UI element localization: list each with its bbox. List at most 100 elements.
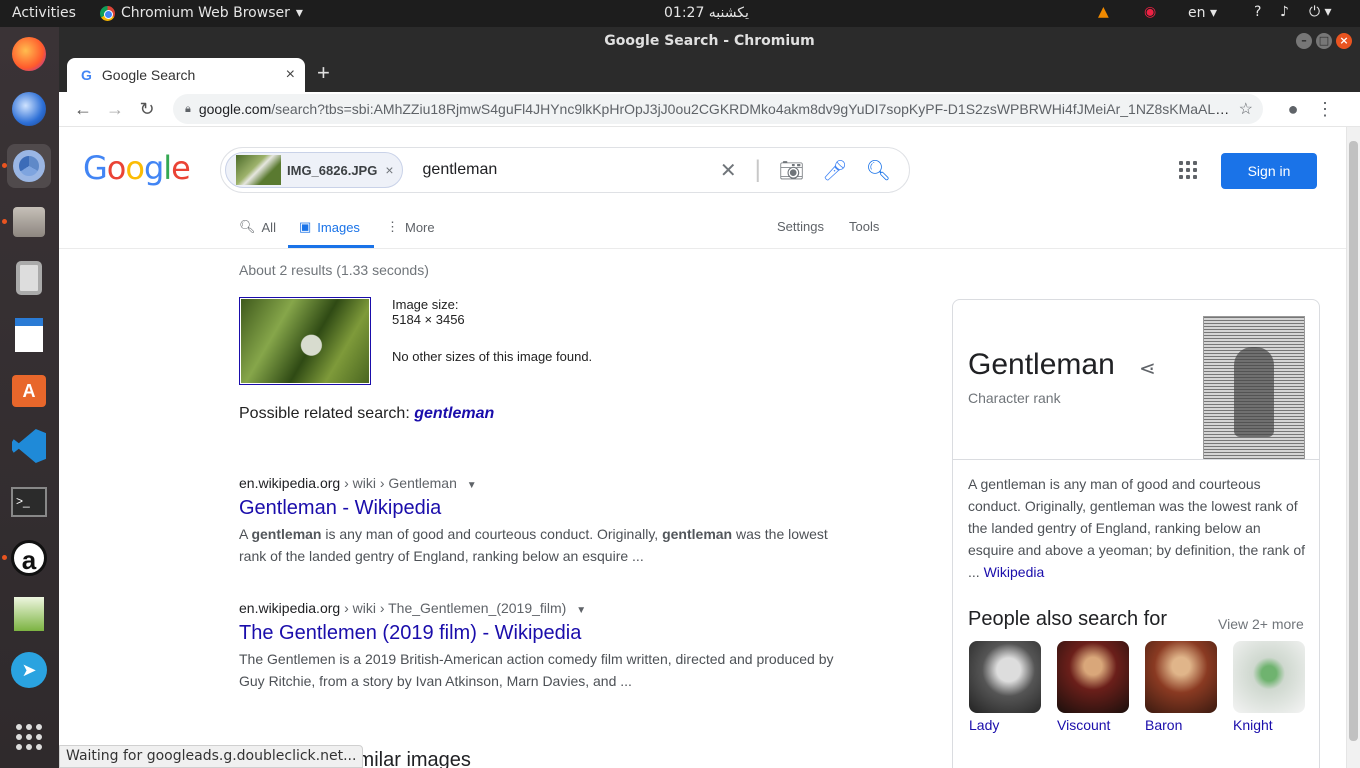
result-domain: en.wikipedia.org xyxy=(239,475,341,491)
back-button[interactable]: ← xyxy=(67,99,99,120)
bookmark-star-icon[interactable]: ☆ xyxy=(1239,99,1253,119)
address-bar[interactable]: 🔒︎ google.com/search?tbs=sbi:AMhZZiu18Rj… xyxy=(173,94,1263,124)
language-label: en xyxy=(1188,5,1206,21)
url-text: google.com/search?tbs=sbi:AMhZZiu18RjmwS… xyxy=(199,101,1231,117)
no-other-sizes-text: No other sizes of this image found. xyxy=(392,349,593,364)
close-tab-icon[interactable]: × xyxy=(286,66,295,84)
person-card-lady[interactable]: Lady xyxy=(969,641,1041,733)
activities-button[interactable]: Activities xyxy=(12,5,76,21)
page-scrollbar[interactable] xyxy=(1346,127,1360,768)
new-tab-button[interactable]: + xyxy=(317,60,330,86)
reload-button[interactable]: ↻ xyxy=(131,99,163,120)
google-logo[interactable]: Google xyxy=(83,149,191,187)
more-vert-icon: ⋮ xyxy=(386,219,399,234)
query-image-thumbnail[interactable] xyxy=(239,297,371,385)
profile-icon[interactable]: ● xyxy=(1277,99,1309,120)
image-size-value[interactable]: 5184 × 3456 xyxy=(392,312,592,327)
knowledge-panel-subtitle: Character rank xyxy=(968,390,1061,406)
forward-button[interactable]: → xyxy=(99,99,131,120)
person-card-baron[interactable]: Baron xyxy=(1145,641,1217,733)
tab-more[interactable]: ⋮ More xyxy=(386,219,435,235)
search-result: en.wikipedia.org › wiki › The_Gentlemen_… xyxy=(239,600,839,692)
result-title-link[interactable]: The Gentlemen (2019 film) - Wikipedia xyxy=(239,622,839,645)
divider xyxy=(953,459,1319,460)
camera-icon[interactable]: 📷︎ xyxy=(779,158,804,183)
show-applications-icon[interactable] xyxy=(7,715,51,759)
knowledge-panel-image[interactable] xyxy=(1203,316,1305,460)
running-indicator xyxy=(2,555,7,560)
related-search-prefix: Possible related search: xyxy=(239,405,410,422)
active-tab-indicator xyxy=(288,245,374,248)
view-more-link[interactable]: View 2+ more xyxy=(1218,616,1304,632)
language-indicator[interactable]: en ▾ xyxy=(1188,5,1217,21)
tab-all-label: All xyxy=(261,219,276,235)
network-icon[interactable]: ? xyxy=(1254,4,1261,20)
related-search-link[interactable]: gentleman xyxy=(414,405,494,422)
person-card-viscount[interactable]: Viscount xyxy=(1057,641,1129,733)
microphone-icon[interactable]: 🎤︎ xyxy=(822,158,847,183)
url-path: /search?tbs=sbi:AMhZZiu18RjmwS4guFl4JHYn… xyxy=(271,101,1231,117)
search-image-chip[interactable]: IMG_6826.JPG × xyxy=(225,152,403,188)
search-icon[interactable]: 🔍︎ xyxy=(866,158,891,183)
search-tabs: 🔍︎ All ▣ Images ⋮ More Settings Tools xyxy=(59,207,1346,249)
chip-thumbnail xyxy=(236,155,281,185)
firefox-icon[interactable] xyxy=(7,32,51,76)
close-window-button[interactable]: × xyxy=(1336,33,1352,49)
sign-in-button[interactable]: Sign in xyxy=(1221,153,1317,189)
image-icon: ▣ xyxy=(299,219,312,234)
result-cite[interactable]: en.wikipedia.org › wiki › Gentleman ▼ xyxy=(239,475,839,491)
search-input[interactable]: gentleman xyxy=(423,161,720,179)
person-card-knight[interactable]: Knight xyxy=(1233,641,1305,733)
remove-image-icon[interactable]: × xyxy=(385,162,393,178)
maximize-button[interactable]: □ xyxy=(1316,33,1332,49)
person-image xyxy=(1057,641,1129,713)
result-cite[interactable]: en.wikipedia.org › wiki › The_Gentlemen_… xyxy=(239,600,839,616)
window-title: Google Search - Chromium xyxy=(604,33,815,49)
chevron-down-icon: ▾ xyxy=(1209,5,1217,21)
result-title-link[interactable]: Gentleman - Wikipedia xyxy=(239,497,839,520)
thunderbird-icon[interactable] xyxy=(7,87,51,131)
knowledge-panel: Gentleman ⋖ Character rank A gentleman i… xyxy=(952,299,1320,768)
chromium-icon xyxy=(100,5,115,21)
amazon-icon[interactable]: a xyxy=(2,536,51,580)
window-titlebar[interactable]: Google Search - Chromium – □ × xyxy=(59,27,1360,55)
clear-search-icon[interactable]: ✕ xyxy=(720,158,737,183)
lock-icon[interactable]: 🔒︎ xyxy=(185,103,191,116)
tray-app-icon[interactable]: ◉ xyxy=(1144,4,1156,20)
vscode-icon[interactable] xyxy=(7,424,51,468)
settings-link[interactable]: Settings xyxy=(777,219,824,234)
minimize-button[interactable]: – xyxy=(1296,33,1312,49)
rhythmbox-icon[interactable] xyxy=(7,256,51,300)
writer-icon[interactable] xyxy=(7,313,51,357)
app-menu[interactable]: Chromium Web Browser ▾ xyxy=(100,5,303,21)
share-icon[interactable]: ⋖ xyxy=(1139,356,1156,381)
caret-down-icon[interactable]: ▼ xyxy=(576,605,586,616)
tools-link[interactable]: Tools xyxy=(849,219,879,234)
page-content: Google IMG_6826.JPG × gentleman ✕ | 📷︎ 🎤… xyxy=(59,127,1346,768)
people-also-search-heading: People also search for xyxy=(968,608,1168,630)
related-search: Possible related search: gentleman xyxy=(239,405,494,423)
software-center-icon[interactable]: A xyxy=(7,369,51,413)
wikipedia-link[interactable]: Wikipedia xyxy=(984,564,1045,580)
result-snippet: The Gentlemen is a 2019 British-American… xyxy=(239,651,834,689)
volume-icon[interactable]: ♪ xyxy=(1280,4,1289,20)
tab-images[interactable]: ▣ Images xyxy=(299,219,360,235)
person-image xyxy=(969,641,1041,713)
browser-tab[interactable]: G Google Search × xyxy=(67,58,305,92)
knowledge-panel-description: A gentleman is any man of good and court… xyxy=(968,476,1305,580)
menu-kebab-icon[interactable]: ⋮ xyxy=(1309,99,1341,120)
person-image xyxy=(1233,641,1305,713)
vlc-tray-icon[interactable]: ▲ xyxy=(1098,4,1109,20)
chromium-dock-icon[interactable] xyxy=(2,144,51,188)
google-apps-icon[interactable] xyxy=(1179,161,1197,179)
files-icon[interactable] xyxy=(2,200,51,244)
url-domain: google.com xyxy=(198,101,272,117)
clock[interactable]: 01:27 يكشنبه xyxy=(664,5,749,21)
image-viewer-icon[interactable] xyxy=(7,592,51,636)
tab-all[interactable]: 🔍︎ All xyxy=(239,219,276,235)
telegram-icon[interactable]: ➤ xyxy=(7,648,51,692)
caret-down-icon[interactable]: ▼ xyxy=(467,480,477,491)
terminal-icon[interactable]: >_ xyxy=(7,480,51,524)
running-indicator xyxy=(2,163,7,168)
power-icon[interactable]: ⏻ ▾ xyxy=(1309,4,1332,20)
